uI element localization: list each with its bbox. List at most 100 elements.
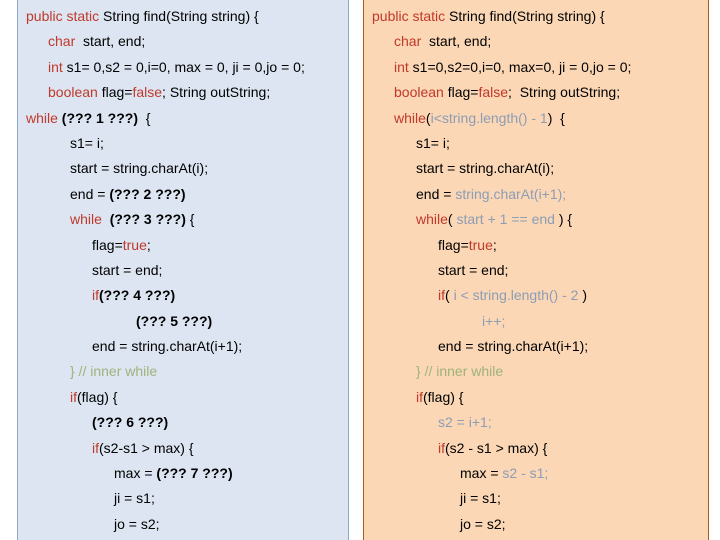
code-line: flag=true;: [18, 233, 348, 258]
code-text: (s2 - s1 > max) {: [445, 439, 548, 456]
code-line: end = string.charAt(i+1);: [18, 334, 348, 359]
code-keyword: int: [48, 58, 63, 75]
code-text: s1=0,s2=0,i=0, max=0, ji = 0,jo = 0;: [408, 58, 632, 75]
code-text: end = string.charAt(i+1);: [92, 338, 243, 355]
code-line: public static String find(String string)…: [364, 4, 708, 29]
code-text: (flag) {: [77, 388, 118, 405]
code-text: ji = s1;: [460, 490, 501, 507]
answer-fill: s2 = i+1;: [438, 414, 492, 431]
code-line: (??? 6 ???): [18, 410, 348, 435]
code-comment: } // inner while: [70, 363, 158, 380]
code-line: s1= i;: [364, 131, 708, 156]
code-keyword: char: [394, 33, 422, 50]
code-text: end =: [416, 185, 456, 202]
question-code-lines: public static String find(String string)…: [18, 0, 348, 540]
code-text: {: [185, 211, 195, 228]
code-text: start, end;: [421, 33, 492, 50]
code-line: start = string.charAt(i);: [364, 156, 708, 181]
code-text: flag=: [438, 236, 469, 253]
code-text: start, end;: [75, 33, 146, 50]
code-keyword: int: [394, 58, 409, 75]
code-text: ) {: [554, 211, 573, 228]
code-keyword: true: [468, 236, 493, 253]
code-line: public static String find(String string)…: [18, 4, 348, 29]
blank-placeholder: (??? 1 ???): [61, 109, 138, 126]
code-text: ) {: [547, 109, 565, 126]
answer-fill: i++;: [482, 312, 506, 329]
code-line: end = (??? 2 ???): [18, 182, 348, 207]
code-text: ): [578, 287, 588, 304]
question-code-panel: public static String find(String string)…: [17, 0, 349, 540]
code-text: (flag) {: [423, 388, 464, 405]
code-text: start = string.charAt(i);: [416, 160, 555, 177]
blank-placeholder: (??? 7 ???): [156, 465, 233, 482]
blank-placeholder: (??? 5 ???): [136, 312, 213, 329]
answer-fill: i<string.length() - 1: [430, 109, 548, 126]
code-line: s2 = i+1;: [364, 410, 708, 435]
code-text: jo = s2;: [114, 515, 160, 532]
answer-fill: i < string.length() - 2: [453, 287, 579, 304]
code-line: char start, end;: [364, 29, 708, 54]
code-keyword: if: [438, 287, 445, 304]
code-line: while( start + 1 == end ) {: [364, 207, 708, 232]
code-keyword: if: [438, 439, 445, 456]
code-line: if(flag) {: [364, 385, 708, 410]
code-keyword: if: [92, 439, 99, 456]
code-text: ; String outString;: [162, 84, 271, 101]
code-text: flag=: [97, 84, 133, 101]
code-line: end = string.charAt(i+1);: [364, 182, 708, 207]
code-keyword: while: [70, 211, 102, 228]
code-line: flag=true;: [364, 233, 708, 258]
code-keyword: true: [122, 236, 147, 253]
code-text: ;: [492, 236, 497, 253]
code-line: char start, end;: [18, 29, 348, 54]
code-text: start = end;: [92, 261, 163, 278]
code-text: String find(String string) {: [99, 8, 259, 24]
answer-code-panel: public static String find(String string)…: [363, 0, 709, 540]
answer-fill: string.charAt(i+1);: [455, 185, 567, 202]
code-line: ji = s1;: [18, 486, 348, 511]
code-text: (s2-s1 > max) {: [99, 439, 194, 456]
code-text: String find(String string) {: [445, 8, 605, 24]
code-line: int s1= 0,s2 = 0,i=0, max = 0, ji = 0,jo…: [18, 55, 348, 80]
code-keyword: false: [478, 84, 509, 101]
code-text: (: [445, 287, 454, 304]
code-text: ji = s1;: [114, 490, 155, 507]
code-line: start = end;: [364, 258, 708, 283]
code-comment: } // inner while: [416, 363, 504, 380]
code-line: while (??? 3 ???) {: [18, 207, 348, 232]
code-keyword: boolean: [394, 84, 444, 101]
blank-placeholder: (??? 6 ???): [92, 414, 169, 431]
code-text: max =: [460, 465, 503, 482]
code-text: ;: [146, 236, 151, 253]
code-text: start = string.charAt(i);: [70, 160, 209, 177]
code-keyword: char: [48, 33, 76, 50]
code-text: s1= 0,s2 = 0,i=0, max = 0, ji = 0,jo = 0…: [62, 58, 305, 75]
code-text: s1= i;: [416, 134, 450, 151]
code-line: if(flag) {: [18, 385, 348, 410]
code-line: } // inner while: [364, 359, 708, 384]
code-text: s1= i;: [70, 134, 104, 151]
code-keyword: if: [416, 388, 423, 405]
code-line: int s1=0,s2=0,i=0, max=0, ji = 0,jo = 0;: [364, 55, 708, 80]
code-line: boolean flag=false; String outString;: [18, 80, 348, 105]
answer-code-lines: public static String find(String string)…: [364, 0, 708, 540]
code-keyword: while: [416, 211, 448, 228]
code-line: s1= i;: [18, 131, 348, 156]
code-line: jo = s2;: [18, 512, 348, 537]
code-keyword: if: [92, 287, 99, 304]
code-line: if(??? 4 ???): [18, 283, 348, 308]
code-keyword: while: [26, 109, 58, 126]
code-line: if(s2-s1 > max) {: [18, 436, 348, 461]
code-text: start = end;: [438, 261, 509, 278]
code-keyword: boolean: [48, 84, 98, 101]
code-line: start = string.charAt(i);: [18, 156, 348, 181]
code-keyword: false: [132, 84, 163, 101]
code-keyword: public static: [26, 8, 100, 24]
code-line: start = end;: [18, 258, 348, 283]
code-keyword: public static: [372, 8, 446, 24]
code-text: end =: [70, 185, 110, 202]
code-line: while (??? 1 ???) {: [18, 106, 348, 131]
code-line: i++;: [364, 309, 708, 334]
code-keyword: while: [394, 109, 426, 126]
